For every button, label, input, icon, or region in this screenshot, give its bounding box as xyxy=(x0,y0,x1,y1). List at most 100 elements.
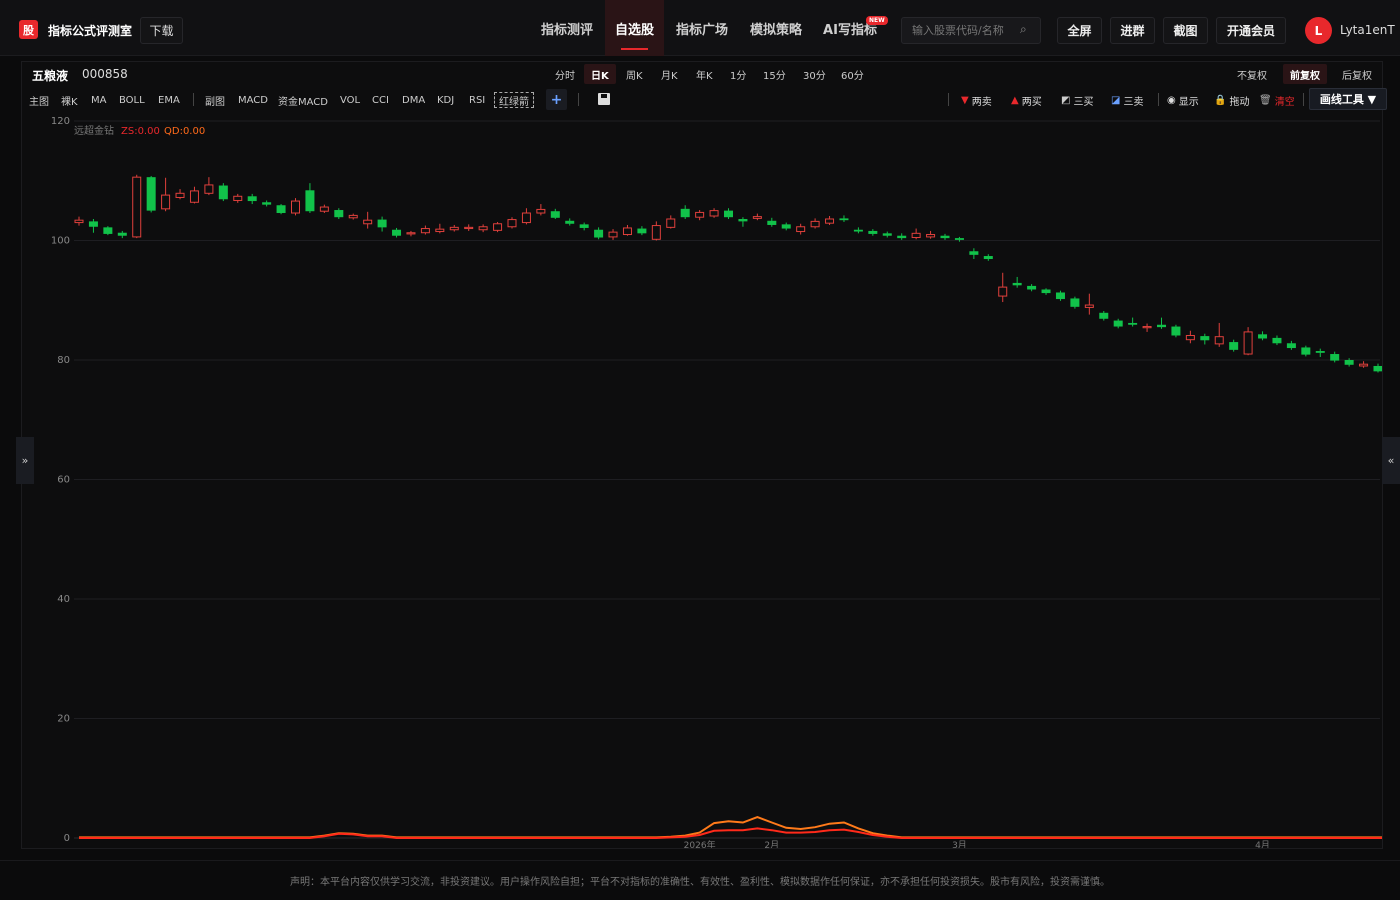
nav-indicator-review[interactable]: 指标测评 xyxy=(529,0,605,56)
period-1min[interactable]: 1分 xyxy=(723,64,753,84)
candle-body xyxy=(146,177,156,211)
candle-body xyxy=(1171,326,1181,336)
draw-tools-button[interactable]: 画线工具 ▼ xyxy=(1309,88,1387,110)
tool-drag[interactable]: 🔒 拖动 xyxy=(1214,92,1249,108)
candle xyxy=(608,229,618,240)
candle-body xyxy=(724,210,733,218)
candle-body xyxy=(651,225,661,240)
kline-chart-svg[interactable]: 0 20 40 60 80 100 120 2026年 2月 3月 4月 远超金钻 ZS:0.00… xyxy=(22,113,1382,848)
chart-down-icon: ◪ xyxy=(1111,94,1121,106)
ind-boll[interactable]: BOLL xyxy=(119,92,145,108)
ind-ema[interactable]: EMA xyxy=(158,92,180,108)
x-tick-label: 2026年 xyxy=(684,839,716,848)
username[interactable]: Lyta1enT xyxy=(1340,23,1395,37)
candle xyxy=(1084,293,1094,315)
candle xyxy=(1113,318,1123,329)
candle-body xyxy=(449,226,459,231)
app-name: 指标公式评测室 xyxy=(48,24,133,38)
candle xyxy=(464,224,474,231)
candle-body xyxy=(247,196,257,202)
candle xyxy=(348,213,358,220)
right-expand-tab[interactable]: « xyxy=(1382,437,1400,484)
period-intraday[interactable]: 分时 xyxy=(548,64,582,84)
period-yearly[interactable]: 年K xyxy=(689,64,720,84)
candle-body xyxy=(1214,336,1224,345)
ind-ma[interactable]: MA xyxy=(91,92,106,108)
candle-body xyxy=(132,176,142,238)
candle xyxy=(276,204,286,215)
ind-naked-k[interactable]: 裸K xyxy=(61,92,78,108)
candle xyxy=(839,215,849,222)
tool-three-sell[interactable]: ◪ 三卖 xyxy=(1111,92,1143,108)
candle-body xyxy=(74,219,84,224)
candle-body xyxy=(88,221,98,227)
candle-body xyxy=(1012,282,1022,286)
ind-fund-macd[interactable]: 资金MACD xyxy=(278,92,328,108)
ind-rsi[interactable]: RSI xyxy=(469,92,485,108)
candle xyxy=(1373,363,1382,373)
nav-sim-strategy[interactable]: 模拟策略 xyxy=(740,0,812,56)
nav-watchlist[interactable]: 自选股 xyxy=(605,0,664,56)
candle-body xyxy=(1055,292,1065,300)
tool-label: 显示 xyxy=(1178,96,1199,108)
ind-cci[interactable]: CCI xyxy=(372,92,389,108)
candle-body xyxy=(103,227,113,234)
legend-qd: QD:0.00 xyxy=(164,126,205,137)
candle xyxy=(74,216,84,226)
search-icon[interactable]: ⌕ xyxy=(1020,22,1027,37)
candle xyxy=(680,205,690,219)
ind-dma[interactable]: DMA xyxy=(402,92,425,108)
tool-three-buy[interactable]: ◩ 三买 xyxy=(1061,92,1093,108)
screenshot-button[interactable]: 截图 xyxy=(1163,17,1208,44)
candle xyxy=(1157,317,1166,329)
candle-body xyxy=(1070,298,1080,307)
disclaimer-footer: 声明：本平台内容仅供学习交流，非投资建议。用户操作风险自担；平台不对指标的准确性… xyxy=(0,860,1400,900)
add-indicator-button[interactable]: + xyxy=(546,89,567,110)
y-tick-label: 60 xyxy=(57,475,70,486)
candle xyxy=(204,177,214,196)
ind-sub-chart[interactable]: 副图 xyxy=(205,92,225,108)
candle-body xyxy=(319,206,329,212)
ind-red-green-arrow[interactable]: 红绿箭 xyxy=(494,92,534,108)
tool-two-buy[interactable]: ▲ 两买 xyxy=(1011,92,1042,108)
nav-indicator-square[interactable]: 指标广场 xyxy=(664,0,740,56)
candle xyxy=(695,210,705,221)
candle-body xyxy=(377,219,387,228)
candle xyxy=(969,248,979,260)
ind-vol[interactable]: VOL xyxy=(340,92,360,108)
join-group-button[interactable]: 进群 xyxy=(1110,17,1155,44)
candle-body xyxy=(392,229,402,236)
save-icon[interactable] xyxy=(598,93,610,105)
candle xyxy=(1330,351,1340,363)
candle xyxy=(117,230,127,239)
candle xyxy=(1243,327,1253,356)
period-15min[interactable]: 15分 xyxy=(756,64,793,84)
candle-body xyxy=(189,190,199,203)
indicator-lines xyxy=(79,816,1382,839)
nav-ai-write-indicator[interactable]: AI写指标 xyxy=(812,0,888,56)
candle xyxy=(1185,330,1195,344)
period-30min[interactable]: 30分 xyxy=(796,64,833,84)
left-expand-tab[interactable]: » xyxy=(16,437,34,484)
adjust-backward[interactable]: 后复权 xyxy=(1335,64,1379,84)
avatar[interactable]: L xyxy=(1305,17,1332,44)
candle xyxy=(406,230,416,237)
y-tick-label: 20 xyxy=(57,714,70,725)
tool-clear[interactable]: 🗑 清空 xyxy=(1259,92,1295,108)
adjust-none[interactable]: 不复权 xyxy=(1230,64,1274,84)
period-daily[interactable]: 日K xyxy=(584,64,616,84)
kline-chart[interactable]: 0 20 40 60 80 100 120 2026年 2月 3月 4月 远超金钻 ZS:0.00… xyxy=(22,113,1382,848)
ind-macd[interactable]: MACD xyxy=(238,92,268,108)
ind-kdj[interactable]: KDJ xyxy=(437,92,454,108)
period-weekly[interactable]: 周K xyxy=(619,64,650,84)
fullscreen-button[interactable]: 全屏 xyxy=(1057,17,1102,44)
period-monthly[interactable]: 月K xyxy=(654,64,685,84)
candle xyxy=(1041,288,1051,295)
download-button[interactable]: 下载 xyxy=(140,17,183,44)
tool-show[interactable]: ◉ 显示 xyxy=(1167,92,1199,108)
tool-two-sell[interactable]: ▼ 两卖 xyxy=(961,92,992,108)
period-60min[interactable]: 60分 xyxy=(834,64,871,84)
ind-main-chart[interactable]: 主图 xyxy=(29,92,49,108)
adjust-forward[interactable]: 前复权 xyxy=(1283,64,1327,84)
vip-button[interactable]: 开通会员 xyxy=(1216,17,1286,44)
